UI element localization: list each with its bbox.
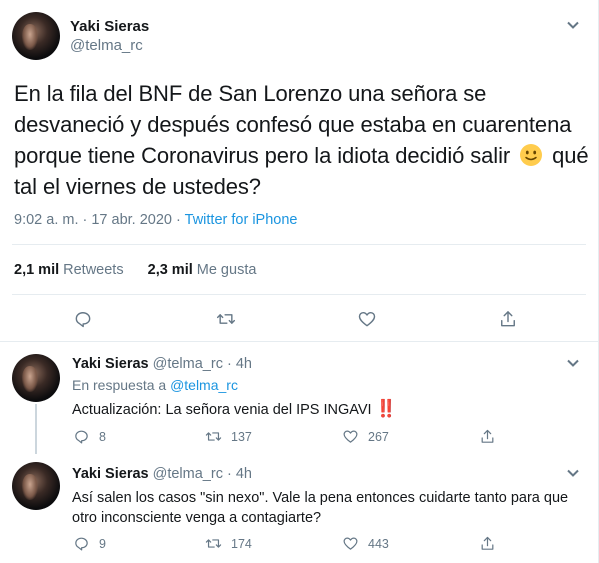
divider	[12, 294, 586, 295]
likes-label: Me gusta	[196, 262, 257, 278]
reply-actions: 8 137 267	[0, 428, 599, 452]
like-count: 443	[368, 536, 389, 551]
tweet-source-link[interactable]: Twitter for iPhone	[185, 212, 298, 228]
author-name[interactable]: Yaki Sieras	[70, 18, 149, 35]
reply-text: Así salen los casos "sin nexo". Vale la …	[72, 490, 569, 526]
share-button[interactable]	[479, 428, 496, 445]
reply-text-body: Actualización: La señora venia del IPS I…	[72, 402, 372, 418]
slightly-smiling-face-icon	[520, 144, 543, 166]
divider	[12, 244, 586, 245]
avatar[interactable]	[12, 462, 60, 510]
reply-button[interactable]: 9	[73, 535, 106, 552]
in-reply-to-prefix: En respuesta a	[72, 377, 167, 393]
reply-count: 8	[99, 429, 106, 444]
tweet-stats: 2,1 mil Retweets 2,3 mil Me gusta	[14, 262, 276, 278]
heart-icon	[343, 430, 358, 443]
retweets-stat[interactable]: 2,1 mil Retweets	[14, 262, 124, 278]
tweet-menu-chevron-down-icon[interactable]	[566, 18, 580, 35]
reply-icon	[75, 312, 91, 328]
reply-count: 9	[99, 536, 106, 551]
reply-icon	[75, 537, 88, 551]
reply-text: Actualización: La señora venia del IPS I…	[72, 399, 582, 420]
tweet-text-part-1: En la fila del BNF de San Lorenzo una se…	[14, 81, 572, 168]
heart-icon	[343, 537, 358, 550]
tweet-timestamp[interactable]: 9:02 a. m. · 17 abr. 2020 ·	[14, 212, 181, 228]
share-icon	[481, 429, 494, 443]
share-button[interactable]	[479, 535, 496, 552]
reply-icon	[75, 430, 88, 444]
avatar[interactable]	[12, 12, 60, 60]
likes-stat[interactable]: 2,3 mil Me gusta	[148, 262, 257, 278]
like-button[interactable]	[357, 309, 377, 329]
in-reply-to-handle[interactable]: @telma_rc	[170, 377, 238, 393]
reply-button[interactable]: 8	[73, 428, 106, 445]
tweet-menu-chevron-down-icon[interactable]	[566, 466, 580, 483]
author-handle[interactable]: @telma_rc	[70, 37, 143, 54]
share-icon	[501, 311, 515, 327]
tweet-page: Yaki Sieras @telma_rc En la fila del BNF…	[0, 0, 599, 563]
tweet-menu-chevron-down-icon[interactable]	[566, 356, 580, 373]
in-reply-to: En respuesta a @telma_rc	[72, 377, 238, 393]
reply-author-name[interactable]: Yaki Sieras	[72, 466, 149, 482]
share-button[interactable]	[498, 309, 518, 329]
reply-author-handle[interactable]: @telma_rc · 4h	[153, 466, 252, 482]
retweet-count: 137	[231, 429, 252, 444]
reply-author-handle[interactable]: @telma_rc · 4h	[153, 356, 252, 372]
tweet-text: En la fila del BNF de San Lorenzo una se…	[14, 78, 589, 202]
retweet-icon	[205, 539, 222, 548]
like-button[interactable]: 443	[342, 535, 389, 552]
retweet-button[interactable]: 174	[205, 535, 252, 552]
retweets-count: 2,1 mil	[14, 262, 60, 278]
divider	[0, 341, 598, 342]
reply-button[interactable]	[73, 309, 93, 329]
avatar[interactable]	[12, 354, 60, 402]
share-icon	[481, 536, 494, 550]
likes-count: 2,3 mil	[147, 262, 193, 278]
reply-actions: 9 174 443	[0, 535, 599, 559]
reply-header: Yaki Sieras @telma_rc · 4h	[72, 466, 252, 482]
like-count: 267	[368, 429, 389, 444]
tweet-meta: 9:02 a. m. · 17 abr. 2020 · Twitter for …	[14, 212, 297, 228]
tweet-actions	[0, 309, 599, 333]
retweet-button[interactable]	[216, 309, 236, 329]
retweet-icon	[216, 314, 236, 324]
retweet-count: 174	[231, 536, 252, 551]
heart-icon	[358, 311, 376, 327]
reply-header: Yaki Sieras @telma_rc · 4h	[72, 356, 252, 372]
retweet-button[interactable]: 137	[205, 428, 252, 445]
retweets-label: Retweets	[63, 262, 124, 278]
double-exclamation-icon: ‼️	[375, 399, 397, 418]
like-button[interactable]: 267	[342, 428, 389, 445]
reply-author-name[interactable]: Yaki Sieras	[72, 356, 149, 372]
retweet-icon	[205, 432, 222, 441]
